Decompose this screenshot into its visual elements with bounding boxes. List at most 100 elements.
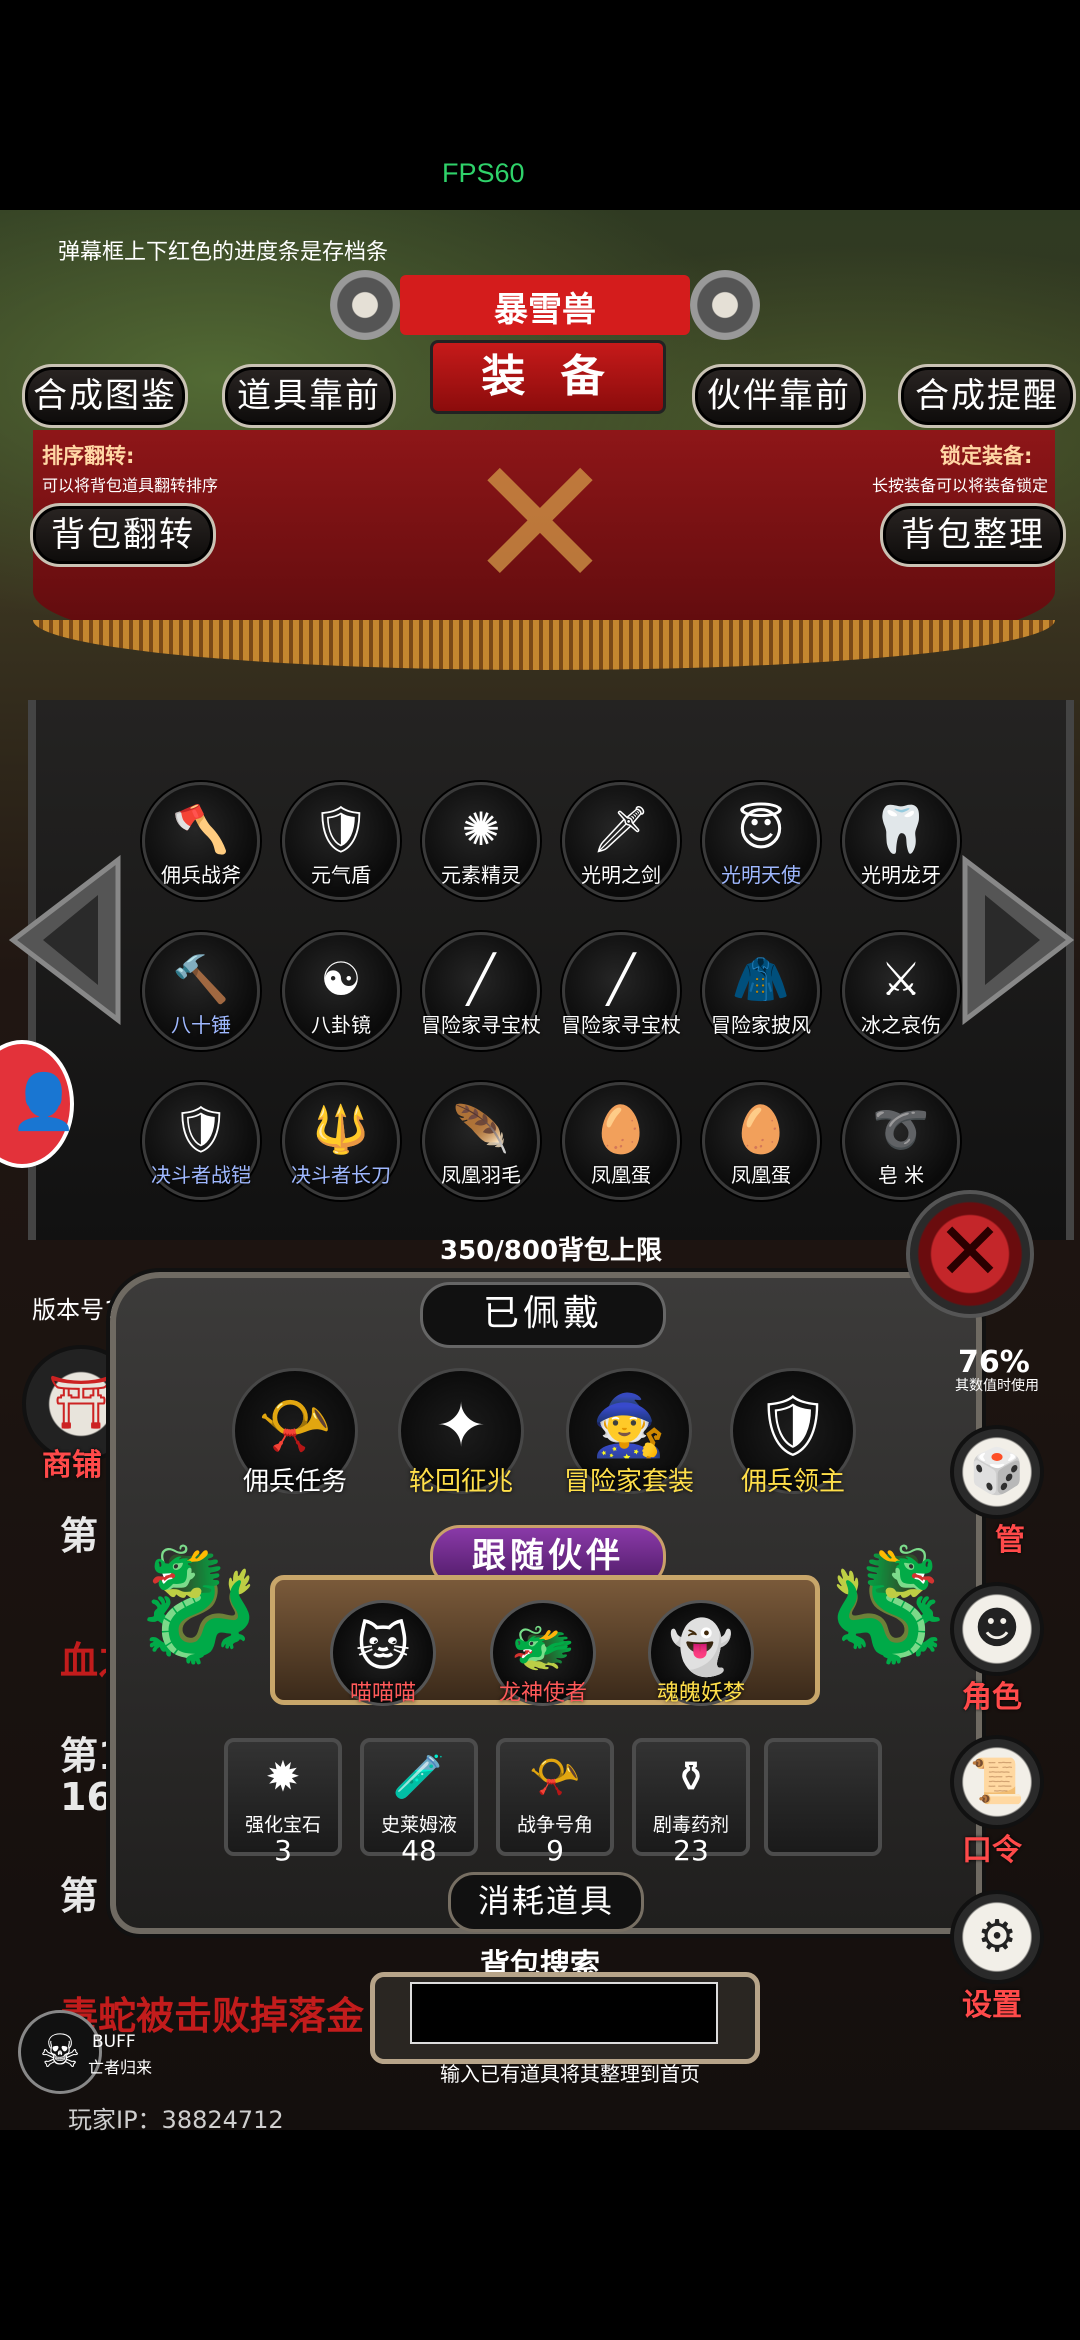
equipped-slot[interactable]: 🧙 冒险家套装 (564, 1368, 694, 1497)
equipped-slot[interactable]: 📯 佣兵任务 (232, 1368, 358, 1497)
page-title: 装 备 (430, 340, 666, 414)
green-gem-icon: ✹ (265, 1752, 301, 1801)
crossed-swords-emblem-icon: ✕ (464, 420, 616, 629)
partner-slot[interactable]: 🐱 喵喵喵 (330, 1600, 436, 1706)
buff-desc: 亡者归来 (88, 2058, 153, 2077)
settings-gear-icon[interactable]: ⚙ (950, 1890, 1044, 1984)
empty-consumable-slot[interactable] (764, 1738, 882, 1856)
dice-icon[interactable]: 🎲 (950, 1425, 1044, 1519)
character-label[interactable]: 角色 (962, 1672, 1022, 1716)
partner-label: 喵喵喵 (349, 1681, 416, 1706)
inventory-slot[interactable]: 🥚 凤凰蛋 (562, 1082, 680, 1200)
consumable-slot[interactable]: ✹ 强化宝石 3 (224, 1738, 342, 1867)
inventory-slot[interactable]: 🧥 冒险家披风 (702, 932, 820, 1050)
shop-label[interactable]: 商铺 (42, 1440, 102, 1484)
inventory-slot[interactable]: 🥚 凤凰蛋 (702, 1082, 820, 1200)
equipped-slot[interactable]: 🛡 佣兵领主 (730, 1368, 856, 1497)
tab-synthesis-reminder[interactable]: 合成提醒 (898, 364, 1076, 428)
lock-desc: 长按装备可以将装备锁定 (872, 476, 1049, 495)
log-line: 第 (60, 1874, 99, 1918)
inventory-slot[interactable]: 😇 光明天使 (702, 782, 820, 900)
inventory-item-label: 光明之剑 (581, 863, 661, 887)
partner-slot[interactable]: 👻 魂魄妖梦 (648, 1600, 754, 1706)
inventory-item-label: 冒险家披风 (711, 1013, 811, 1037)
inventory-item-label: 冰之哀伤 (861, 1013, 941, 1037)
bag-search-input[interactable] (410, 1982, 718, 2044)
equipped-item-label: 佣兵领主 (740, 1467, 845, 1497)
inventory-slot[interactable]: 🛡 决斗者战铠 (142, 1082, 260, 1200)
scroll-icon[interactable]: 📜 (950, 1735, 1044, 1829)
equipped-slot[interactable]: ✦ 轮回征兆 (398, 1368, 524, 1497)
inventory-item-label: 决斗者长刀 (291, 1163, 391, 1187)
consumable-slot[interactable]: 🧪 史莱姆液 48 (360, 1738, 478, 1867)
sort-label: 排序翻转: (42, 444, 135, 468)
consumable-count: 23 (673, 1834, 709, 1867)
partner-slot[interactable]: 🐲 龙神使者 (490, 1600, 596, 1706)
inventory-slot[interactable]: ☯ 八卦镜 (282, 932, 400, 1050)
potion-icon: 🧪 (392, 1752, 446, 1801)
inventory-slot[interactable]: 🦷 光明龙牙 (842, 782, 960, 900)
inventory-slot[interactable]: 🔨 八十锤 (142, 932, 260, 1050)
close-button[interactable]: ✕ (906, 1190, 1034, 1318)
inventory-slot[interactable]: 🗡 光明之剑 (562, 782, 680, 900)
inventory-slot[interactable]: ⚔ 冰之哀伤 (842, 932, 960, 1050)
inventory-item-label: 冒险家寻宝杖 (561, 1013, 681, 1037)
reverse-bag-button[interactable]: 背包翻转 (30, 503, 216, 567)
consumable-label: 史莱姆液 (380, 1814, 457, 1836)
inventory-item-label: 元素精灵 (441, 863, 521, 887)
bag-capacity: 350/800背包上限 (440, 1236, 663, 1266)
inventory-slot[interactable]: 🪓 佣兵战斧 (142, 782, 260, 900)
skull-buff-icon[interactable]: ☠ (18, 2010, 102, 2094)
hooded-character-icon[interactable]: ☻ (950, 1582, 1044, 1676)
equipped-title: 已佩戴 (420, 1282, 666, 1348)
inventory-slot[interactable]: ✺ 元素精灵 (422, 782, 540, 900)
lock-label: 锁定装备: (940, 444, 1033, 468)
inventory-slot[interactable]: ➰ 皂 米 (842, 1082, 960, 1200)
inventory-slot[interactable]: ╱ 冒险家寻宝杖 (421, 932, 541, 1050)
log-line: 第 (60, 1514, 99, 1558)
inventory-item-label: 凤凰蛋 (591, 1163, 651, 1187)
settings-label[interactable]: 设置 (962, 1980, 1022, 2024)
inventory-item-label: 凤凰蛋 (731, 1163, 791, 1187)
partner-label: 龙神使者 (498, 1681, 587, 1706)
inventory-item-label: 决斗者战铠 (151, 1163, 251, 1187)
dragon-statue-icon: 🐉 (130, 1540, 267, 1668)
tab-synthesis-guide[interactable]: 合成图鉴 (22, 364, 188, 428)
consumable-count: 48 (401, 1834, 437, 1867)
password-label[interactable]: 口令 (962, 1825, 1022, 1869)
buff-label: BUFF (92, 2032, 136, 2052)
dragon-statue-icon: 🐉 (820, 1540, 957, 1668)
inventory-item-label: 八卦镜 (311, 1013, 371, 1037)
prev-page-arrow[interactable] (8, 855, 123, 1025)
tab-items-first[interactable]: 道具靠前 (222, 364, 396, 428)
consumable-count: 9 (546, 1834, 564, 1867)
inventory-item-label: 皂 米 (877, 1163, 925, 1187)
monster-name: 暴雪兽 (494, 290, 596, 330)
consumable-slot[interactable]: 📯 战争号角 9 (496, 1738, 614, 1867)
equipped-item-label: 轮回征兆 (408, 1467, 513, 1497)
consumables-title: 消耗道具 (448, 1872, 644, 1932)
inventory-slot[interactable]: 🛡 元气盾 (282, 782, 400, 900)
inventory-slot[interactable]: ╱ 冒险家寻宝杖 (561, 932, 681, 1050)
save-bar-hint: 弹幕框上下红色的进度条是存档条 (58, 240, 389, 265)
equipped-item-label: 冒险家套装 (563, 1467, 694, 1497)
percent-note: 其数值时使用 (955, 1378, 1039, 1394)
tab-partners-first[interactable]: 伙伴靠前 (692, 364, 866, 428)
user-icon: 👤 (10, 1070, 78, 1133)
equipped-item-label: 佣兵任务 (242, 1467, 347, 1497)
manage-label[interactable]: 管 (995, 1515, 1025, 1559)
next-page-arrow[interactable] (960, 855, 1075, 1025)
inventory-item-label: 佣兵战斧 (161, 863, 241, 887)
consumable-slot[interactable]: ⚱ 剧毒药剂 23 (632, 1738, 750, 1867)
war-horn-icon: 📯 (528, 1752, 582, 1801)
inventory-item-label: 八十锤 (171, 1013, 231, 1037)
consumable-label: 战争号角 (516, 1814, 593, 1836)
player-ip: 玩家IP：38824712 (68, 2106, 284, 2134)
sort-desc: 可以将背包道具翻转排序 (42, 476, 219, 495)
consumable-label: 强化宝石 (244, 1814, 321, 1836)
search-hint: 输入已有道具将其整理到首页 (440, 2062, 700, 2086)
inventory-item-label: 元气盾 (311, 863, 371, 887)
organize-bag-button[interactable]: 背包整理 (880, 503, 1066, 567)
inventory-slot[interactable]: 🪶 凤凰羽毛 (422, 1082, 540, 1200)
inventory-slot[interactable]: 🔱 决斗者长刀 (282, 1082, 400, 1200)
